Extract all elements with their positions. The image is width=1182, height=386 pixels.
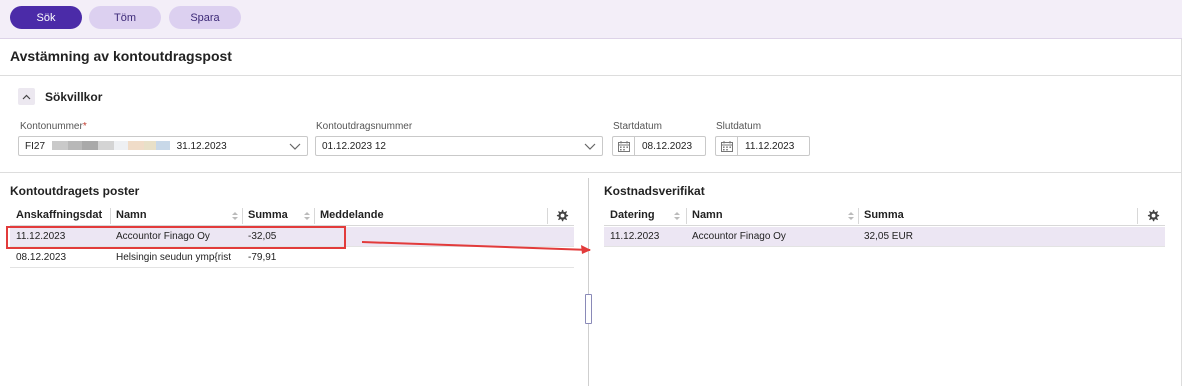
start-date-field[interactable]: 08.12.2023: [612, 136, 706, 156]
account-number-label: Kontonummer*: [20, 121, 87, 132]
collapse-search-criteria-button[interactable]: [18, 88, 35, 105]
end-date-value: 11.12.2023: [745, 140, 795, 152]
expense-vouchers-header: Datering Namn Summa: [604, 206, 1165, 226]
column-header-date[interactable]: Anskaffningsdat: [10, 206, 110, 226]
column-header-name[interactable]: Namn: [110, 206, 242, 226]
statement-entries-title: Kontoutdragets poster: [10, 184, 140, 198]
chevron-down-icon: [289, 143, 301, 150]
statement-number-label: Kontoutdragsnummer: [316, 121, 413, 132]
calendar-icon[interactable]: [613, 137, 635, 155]
cell-date: 08.12.2023: [16, 252, 67, 263]
sort-icon[interactable]: [232, 212, 238, 220]
column-header-amount[interactable]: Summa: [858, 206, 1128, 226]
divider: [0, 172, 1182, 173]
cell-amount: 32,05 EUR: [864, 231, 913, 242]
statement-entries-header: Anskaffningsdat Namn Summa Meddelande: [10, 206, 574, 226]
clear-button[interactable]: Töm: [89, 6, 161, 29]
sort-icon[interactable]: [848, 212, 854, 220]
panel-splitter: [588, 178, 589, 386]
start-date-value: 08.12.2023: [642, 140, 693, 152]
required-mark: *: [82, 121, 87, 132]
end-date-label: Slutdatum: [716, 121, 762, 132]
calendar-icon[interactable]: [716, 137, 738, 155]
sort-icon[interactable]: [304, 212, 310, 220]
cell-name: Accountor Finago Oy: [692, 231, 786, 242]
column-divider: [547, 208, 548, 224]
arrow-right-icon: [362, 241, 591, 254]
column-header-message[interactable]: Meddelande: [314, 206, 544, 226]
redacted-account-digits: [51, 141, 170, 152]
save-button[interactable]: Spara: [169, 6, 241, 29]
table-row[interactable]: 11.12.2023 Accountor Finago Oy 32,05 EUR: [604, 227, 1165, 247]
divider: [0, 75, 1182, 76]
chevron-down-icon: [584, 143, 596, 150]
page-title: Avstämning av kontoutdragspost: [10, 48, 232, 64]
cell-amount: -79,91: [248, 252, 277, 263]
gear-icon[interactable]: [555, 209, 569, 223]
cell-name: Helsingin seudun ymp{rist: [116, 252, 232, 263]
splitter-handle[interactable]: [585, 294, 592, 324]
column-header-name[interactable]: Namn: [686, 206, 858, 226]
column-header-amount[interactable]: Summa: [242, 206, 314, 226]
account-number-value: FI27 31.12.2023: [25, 140, 227, 152]
search-button[interactable]: Sök: [10, 6, 82, 29]
column-divider: [1137, 208, 1138, 224]
cell-date: 11.12.2023: [610, 231, 660, 242]
column-header-date[interactable]: Datering: [604, 206, 684, 226]
chevron-up-icon: [22, 94, 31, 99]
statement-number-value: 01.12.2023 12: [322, 140, 386, 152]
statement-number-select[interactable]: 01.12.2023 12: [315, 136, 603, 156]
account-number-select[interactable]: FI27 31.12.2023: [18, 136, 308, 156]
sort-icon[interactable]: [674, 212, 680, 220]
annotation-highlight-box: [6, 226, 346, 249]
gear-icon[interactable]: [1146, 209, 1160, 223]
end-date-field[interactable]: 11.12.2023: [715, 136, 810, 156]
start-date-label: Startdatum: [613, 121, 662, 132]
expense-vouchers-title: Kostnadsverifikat: [604, 184, 705, 198]
toolbar: Sök Töm Spara: [0, 0, 1182, 39]
search-criteria-heading: Sökvillkor: [45, 90, 103, 104]
